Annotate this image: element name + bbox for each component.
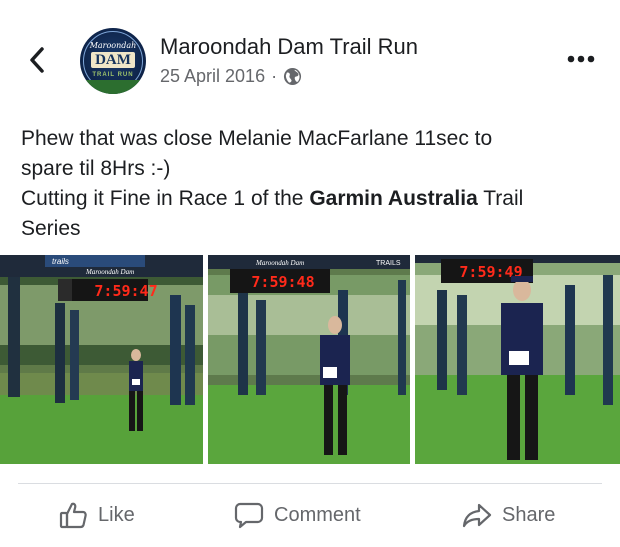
avatar-logo-sub: TRAIL RUN [92,72,134,78]
race-clock-text: 7:59:48 [251,273,314,291]
banner-subtext: Maroondah Dam [255,259,304,267]
globe-icon [283,67,302,86]
post-text-line: Phew that was close Melanie MacFarlane 1… [21,127,493,150]
post-text-segment: Cutting it Fine in Race 1 of the [21,187,310,210]
post-text-line: Cutting it Fine in Race 1 of the Garmin … [21,184,601,214]
share-arrow-icon [460,498,494,532]
photo-2[interactable]: 7:59:48 TRAILS Maroondah Dam [208,255,410,464]
banner-subtext: Maroondah Dam [85,268,134,276]
race-clock-text: 7:59:47 [94,282,157,300]
share-label: Share [502,503,556,526]
meta-separator: · [271,66,278,86]
like-button[interactable]: Like [56,496,135,534]
avatar-logo-main: DAM [91,52,135,68]
post-text-line: Series [21,217,81,240]
back-button[interactable] [22,42,52,82]
photo-1[interactable]: 7:59:47 trails Maroondah Dam [0,255,203,464]
comment-bubble-icon [232,498,266,532]
avatar-logo-top: Maroondah [89,41,137,50]
post-text: Phew that was close Melanie MacFarlane 1… [21,124,601,244]
post-meta: 25 April 2016 · [160,66,302,87]
post-text-line: spare til 8Hrs :-) [21,157,171,180]
thumbs-up-icon [56,498,90,532]
like-label: Like [98,503,135,526]
action-bar: Like Comment Share [18,483,602,545]
banner-text: TRAILS [376,260,401,267]
chevron-left-icon [28,46,46,79]
post-text-segment: Trail [477,187,524,210]
avatar-logo-grass [80,80,146,94]
photo-grid: 7:59:47 trails Maroondah Dam 7:59:48 TRA… [0,255,620,464]
garmin-australia-tag[interactable]: Garmin Australia [309,187,477,210]
post-date[interactable]: 25 April 2016 [160,66,265,87]
photo-3[interactable]: 7:59:49 [415,255,620,464]
page-avatar[interactable]: Maroondah DAM TRAIL RUN [80,28,146,94]
more-options-button[interactable] [564,46,598,72]
more-horizontal-icon [567,50,595,68]
share-button[interactable]: Share [460,496,555,534]
page-name[interactable]: Maroondah Dam Trail Run [160,34,418,60]
comment-button[interactable]: Comment [232,496,361,534]
comment-label: Comment [274,503,361,526]
post-header: Maroondah DAM TRAIL RUN Maroondah Dam Tr… [0,0,620,110]
banner-text: trails [52,257,69,266]
